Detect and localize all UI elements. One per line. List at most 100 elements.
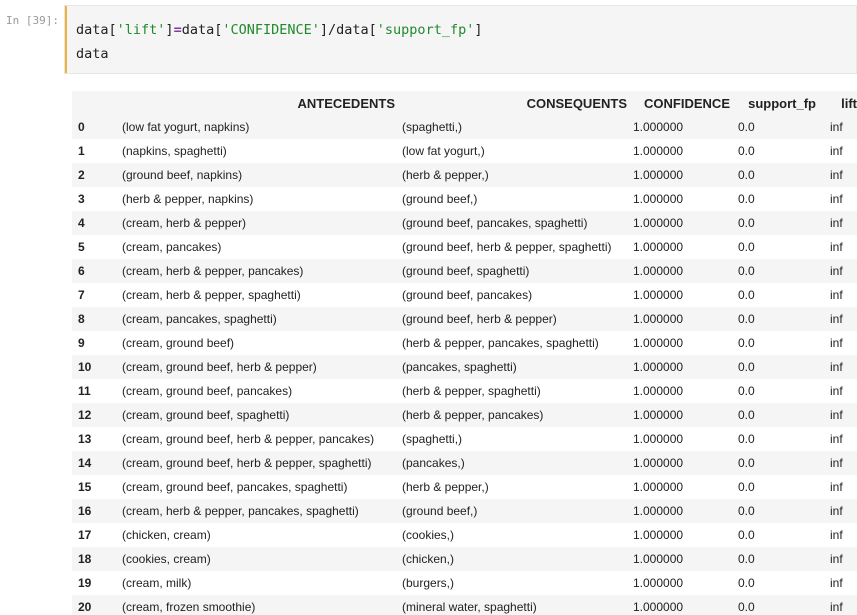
support-fp-cell: 0.0 <box>738 192 755 206</box>
confidence-cell: 1.000000 <box>633 168 684 182</box>
consequents-cell: (burgers,) <box>402 576 455 590</box>
column-header-confidence: CONFIDENCE <box>644 95 730 111</box>
lift-cell: inf <box>830 576 843 590</box>
code-operator: = <box>173 22 182 38</box>
lift-cell: inf <box>830 192 843 206</box>
consequents-cell: (ground beef, spaghetti) <box>402 264 530 278</box>
row-index: 0 <box>78 120 85 134</box>
lift-cell: inf <box>830 216 843 230</box>
table-row: 13 (cream, ground beef, herb & pepper, pa… <box>72 427 857 451</box>
confidence-cell: 1.000000 <box>633 576 684 590</box>
lift-cell: inf <box>830 480 843 494</box>
antecedents-cell: (cream, frozen smoothie) <box>122 600 256 614</box>
antecedents-cell: (cream, milk) <box>122 576 192 590</box>
antecedents-cell: (napkins, spaghetti) <box>122 144 227 158</box>
support-fp-cell: 0.0 <box>738 336 755 350</box>
table-row: 0 (low fat yogurt, napkins) (spaghetti,) 1.… <box>72 115 857 139</box>
lift-cell: inf <box>830 168 843 182</box>
confidence-cell: 1.000000 <box>633 528 684 542</box>
antecedents-cell: (cream, ground beef, herb & pepper, panc… <box>122 432 375 446</box>
column-header-lift: lift <box>841 95 857 111</box>
table-row: 20 (cream, frozen smoothie) (mineral water… <box>72 595 857 615</box>
row-index: 3 <box>78 192 85 206</box>
table-row: 7 (cream, herb & pepper, spaghetti) (groun… <box>72 283 857 307</box>
confidence-cell: 1.000000 <box>633 144 684 158</box>
support-fp-cell: 0.0 <box>738 384 755 398</box>
support-fp-cell: 0.0 <box>738 216 755 230</box>
support-fp-cell: 0.0 <box>738 312 755 326</box>
antecedents-cell: (herb & pepper, napkins) <box>122 192 254 206</box>
table-row: 18 (cookies, cream) (chicken,) 1.000000 0.0 i… <box>72 547 857 571</box>
code-token: data[ <box>181 22 223 38</box>
row-index: 4 <box>78 216 85 230</box>
consequents-cell: (ground beef, herb & pepper) <box>402 312 557 326</box>
row-index: 2 <box>78 168 85 182</box>
confidence-cell: 1.000000 <box>633 240 684 254</box>
row-index: 1 <box>78 144 85 158</box>
row-index: 7 <box>78 288 85 302</box>
support-fp-cell: 0.0 <box>738 504 755 518</box>
column-header-antecedents: ANTECEDENTS <box>297 95 395 111</box>
consequents-cell: (chicken,) <box>402 552 455 566</box>
confidence-cell: 1.000000 <box>633 192 684 206</box>
code-string: 'support_fp' <box>376 22 475 38</box>
lift-cell: inf <box>830 120 843 134</box>
code-token: ] <box>474 22 483 38</box>
support-fp-cell: 0.0 <box>738 240 755 254</box>
consequents-cell: (spaghetti,) <box>402 432 463 446</box>
row-index: 10 <box>78 360 92 374</box>
lift-cell: inf <box>830 600 843 614</box>
consequents-cell: (herb & pepper,) <box>402 168 489 182</box>
table-row: 10 (cream, ground beef, herb & pepper) (pa… <box>72 355 857 379</box>
antecedents-cell: (cream, ground beef, herb & pepper, spag… <box>122 456 372 470</box>
column-header-consequents: CONSEQUENTS <box>526 95 627 111</box>
consequents-cell: (ground beef, herb & pepper, spaghetti) <box>402 240 612 254</box>
code-string: 'lift' <box>116 22 166 38</box>
row-index: 13 <box>78 432 92 446</box>
table-row: 3 (herb & pepper, napkins) (ground beef,) 1… <box>72 187 857 211</box>
table-row: 9 (cream, ground beef) (herb & pepper, pan… <box>72 331 857 355</box>
table-row: 19 (cream, milk) (burgers,) 1.000000 0.0 inf <box>72 571 857 595</box>
antecedents-cell: (cream, herb & pepper, spaghetti) <box>122 288 301 302</box>
table-row: 2 (ground beef, napkins) (herb & pepper,) 1… <box>72 163 857 187</box>
cell-selection-bar <box>65 6 67 73</box>
code-token: data[ <box>76 22 117 38</box>
table-row: 17 (chicken, cream) (cookies,) 1.000000 0.0 i… <box>72 523 857 547</box>
column-header-support-fp: support_fp <box>748 95 816 111</box>
confidence-cell: 1.000000 <box>633 600 684 614</box>
antecedents-cell: (ground beef, napkins) <box>122 168 243 182</box>
consequents-cell: (herb & pepper, spaghetti) <box>402 384 541 398</box>
code-line-2: data <box>76 46 109 62</box>
support-fp-cell: 0.0 <box>738 408 755 422</box>
lift-cell: inf <box>830 288 843 302</box>
code-string: 'CONFIDENCE' <box>222 22 320 38</box>
code-cell[interactable]: data['lift']=data['CONFIDENCE']/data['su… <box>64 5 857 74</box>
antecedents-cell: (cream, ground beef, pancakes, spaghetti… <box>122 480 348 494</box>
row-index: 12 <box>78 408 92 422</box>
index-header <box>72 91 117 115</box>
lift-cell: inf <box>830 312 843 326</box>
lift-cell: inf <box>830 336 843 350</box>
support-fp-cell: 0.0 <box>738 264 755 278</box>
consequents-cell: (herb & pepper, pancakes) <box>402 408 544 422</box>
row-index: 8 <box>78 312 85 326</box>
table-row: 15 (cream, ground beef, pancakes, spaghet… <box>72 475 857 499</box>
row-index: 18 <box>78 552 92 566</box>
table-row: 5 (cream, pancakes) (ground beef, herb & p… <box>72 235 857 259</box>
table-row: 1 (napkins, spaghetti) (low fat yogurt,) 1.… <box>72 139 857 163</box>
code-token: ]/data[ <box>319 22 377 38</box>
support-fp-cell: 0.0 <box>738 600 755 614</box>
lift-cell: inf <box>830 264 843 278</box>
confidence-cell: 1.000000 <box>633 408 684 422</box>
antecedents-cell: (cream, pancakes, spaghetti) <box>122 312 277 326</box>
antecedents-cell: (cream, ground beef, spaghetti) <box>122 408 290 422</box>
support-fp-cell: 0.0 <box>738 144 755 158</box>
support-fp-cell: 0.0 <box>738 576 755 590</box>
consequents-cell: (herb & pepper,) <box>402 480 489 494</box>
lift-cell: inf <box>830 408 843 422</box>
code-editor[interactable]: data['lift']=data['CONFIDENCE']/data['su… <box>76 18 482 66</box>
consequents-cell: (ground beef,) <box>402 504 478 518</box>
row-index: 20 <box>78 600 92 614</box>
support-fp-cell: 0.0 <box>738 528 755 542</box>
row-index: 14 <box>78 456 92 470</box>
